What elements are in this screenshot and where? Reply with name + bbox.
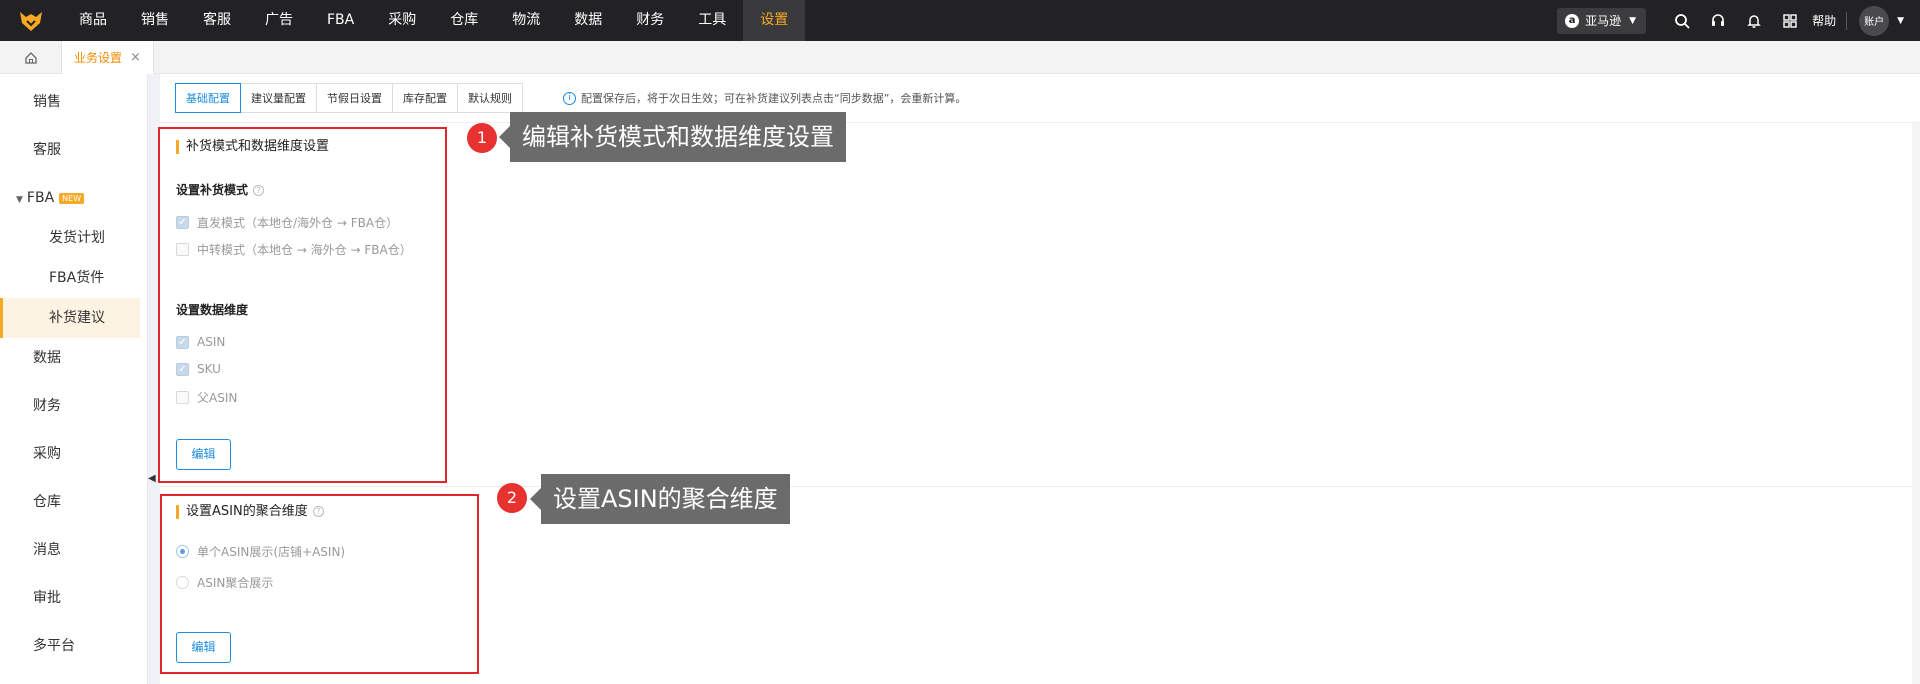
sidebar-item-finance[interactable]: 财务: [0, 386, 140, 426]
nav-right: a 亚马逊 ▼ 帮助 账户 ▼: [1557, 0, 1920, 41]
apps-grid-icon[interactable]: [1772, 0, 1808, 41]
settings-subtabs: 基础配置 建议量配置 节假日设置 库存配置 默认规则: [175, 83, 523, 113]
nav-item-product[interactable]: 商品: [62, 0, 124, 41]
sidebar-item-fba[interactable]: ▼ FBA NEW: [0, 178, 140, 218]
page-tab-bar: 业务设置 ×: [0, 41, 1920, 74]
sidebar-item-fba-shipment[interactable]: FBA货件: [0, 258, 140, 298]
avatar[interactable]: 账户: [1859, 5, 1890, 36]
close-icon[interactable]: ×: [130, 50, 141, 65]
nav-item-ads[interactable]: 广告: [248, 0, 310, 41]
tab-business-settings[interactable]: 业务设置 ×: [62, 41, 154, 74]
tip-text: 配置保存后，将于次日生效；可在补货建议列表点击“同步数据”，会重新计算。: [581, 92, 967, 105]
sidebar-item-data[interactable]: 数据: [0, 338, 140, 378]
nav-item-service[interactable]: 客服: [186, 0, 248, 41]
sidebar-item-sales[interactable]: 销售: [0, 82, 140, 122]
amazon-icon: a: [1565, 13, 1580, 28]
nav-item-purchase[interactable]: 采购: [371, 0, 433, 41]
collapse-arrow-icon[interactable]: ◀: [148, 473, 156, 493]
nav-item-logistics[interactable]: 物流: [495, 0, 557, 41]
callout-text-1: 编辑补货模式和数据维度设置: [499, 112, 846, 162]
info-icon: i: [563, 91, 576, 105]
section-divider: [160, 486, 1912, 487]
bell-icon[interactable]: [1736, 0, 1772, 41]
highlight-box-section1: [158, 127, 447, 483]
sidebar-item-restock-advice[interactable]: 补货建议: [0, 298, 140, 338]
top-nav: 商品 销售 客服 广告 FBA 采购 仓库 物流 数据 财务 工具 设置 a 亚…: [0, 0, 1920, 41]
nav-item-finance[interactable]: 财务: [619, 0, 681, 41]
callout-text-2: 设置ASIN的聚合维度: [530, 474, 790, 524]
caret-down-icon: ▼: [1629, 15, 1637, 26]
scrollbar[interactable]: [1912, 123, 1920, 684]
callout-number-2: 2: [497, 483, 527, 513]
triangle-down-icon: ▼: [16, 195, 23, 205]
logo[interactable]: [0, 0, 62, 41]
home-tab[interactable]: [0, 41, 62, 74]
sidebar-item-messages[interactable]: 消息: [0, 530, 140, 570]
tab-inventory-config[interactable]: 库存配置: [392, 83, 458, 113]
help-link[interactable]: 帮助: [1812, 12, 1836, 29]
store-select[interactable]: a 亚马逊 ▼: [1557, 7, 1647, 34]
sidebar-item-warehouse[interactable]: 仓库: [0, 482, 140, 522]
search-icon[interactable]: [1664, 0, 1700, 41]
divider: [160, 122, 1920, 123]
highlight-box-section2: [160, 494, 479, 674]
sidebar: 销售 客服 ▼ FBA NEW 发货计划 FBA货件 补货建议 数据 财务 采购 仓…: [0, 74, 148, 684]
chevron-down-icon[interactable]: ▼: [1897, 16, 1904, 26]
divider: [1846, 11, 1848, 30]
nav-item-tools[interactable]: 工具: [681, 0, 743, 41]
tab-holiday-settings[interactable]: 节假日设置: [316, 83, 393, 113]
tab-label: 业务设置: [74, 51, 123, 65]
nav-item-sales[interactable]: 销售: [124, 0, 186, 41]
callout-number-1: 1: [467, 123, 497, 153]
store-label: 亚马逊: [1585, 14, 1622, 28]
headset-icon[interactable]: [1700, 0, 1736, 41]
new-badge: NEW: [59, 192, 85, 204]
nav-item-fba[interactable]: FBA: [310, 0, 371, 41]
nav-item-warehouse[interactable]: 仓库: [433, 0, 495, 41]
sidebar-item-approval[interactable]: 审批: [0, 578, 140, 618]
tab-default-rules[interactable]: 默认规则: [457, 83, 523, 113]
tab-basic-config[interactable]: 基础配置: [175, 83, 241, 113]
nav-item-data[interactable]: 数据: [557, 0, 619, 41]
tab-suggest-qty-config[interactable]: 建议量配置: [240, 83, 317, 113]
sidebar-item-label: FBA: [26, 190, 55, 206]
nav-item-settings[interactable]: 设置: [743, 0, 806, 41]
sidebar-item-shipping-plan[interactable]: 发货计划: [0, 218, 140, 258]
sidebar-item-service[interactable]: 客服: [0, 130, 140, 170]
sidebar-item-purchase[interactable]: 采购: [0, 434, 140, 474]
home-icon: [24, 51, 37, 64]
info-tip: i 配置保存后，将于次日生效；可在补货建议列表点击“同步数据”，会重新计算。: [563, 90, 966, 106]
sidebar-item-multiplatform[interactable]: 多平台: [0, 626, 140, 666]
